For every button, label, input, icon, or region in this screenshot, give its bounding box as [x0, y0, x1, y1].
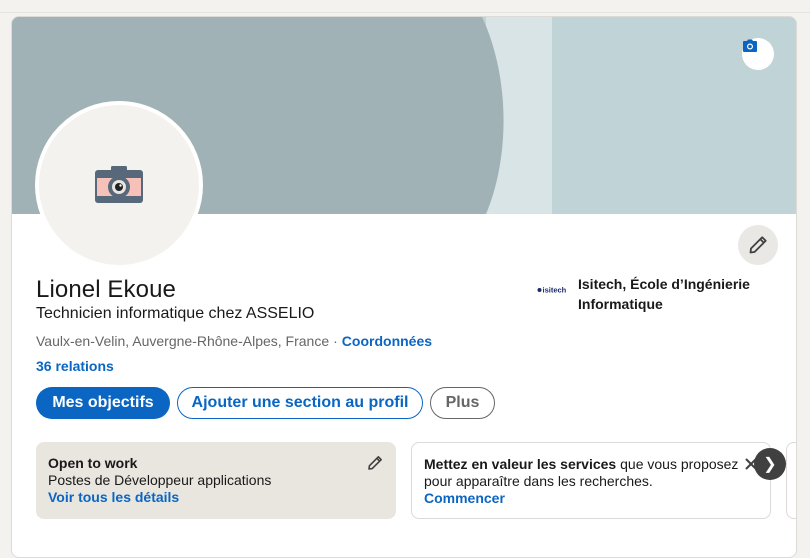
add-profile-section-button[interactable]: Ajouter une section au profil — [177, 387, 423, 419]
school-logo-text: isitech — [543, 286, 567, 295]
education-entry[interactable]: isitech Isitech, École d’Ingénierie Info… — [537, 274, 768, 314]
objectives-button[interactable]: Mes objectifs — [36, 387, 170, 419]
open-to-work-subtitle: Postes de Développeur applications — [48, 472, 272, 488]
profile-card: Lionel Ekoue Technicien informatique che… — [11, 16, 797, 558]
services-start-link[interactable]: Commencer — [424, 490, 758, 507]
services-card: Mettez en valeur les services que vous p… — [411, 442, 771, 519]
profile-name: Lionel Ekoue — [36, 276, 176, 303]
next-card-peek — [786, 442, 796, 519]
edit-intro-button[interactable] — [738, 225, 778, 265]
carousel-next-button[interactable]: ❯ — [754, 448, 786, 480]
location-separator: · — [333, 333, 338, 349]
school-logo-graphic: isitech — [537, 286, 567, 295]
connections-link[interactable]: 36 relations — [36, 358, 114, 374]
pencil-icon — [749, 236, 767, 254]
camera-icon — [743, 39, 757, 52]
top-strip — [0, 0, 810, 13]
open-to-work-title: Open to work — [48, 455, 138, 471]
pencil-icon — [368, 456, 382, 470]
contact-info-link[interactable]: Coordonnées — [342, 333, 432, 349]
edit-open-to-work-button[interactable] — [367, 455, 383, 475]
camera-placeholder-icon — [95, 166, 143, 203]
profile-photo[interactable] — [35, 101, 203, 269]
edit-banner-button[interactable] — [742, 38, 774, 70]
services-strong-text: Mettez en valeur les services — [424, 456, 617, 472]
open-to-work-details-link[interactable]: Voir tous les détails — [48, 489, 384, 506]
location-text: Vaulx-en-Velin, Auvergne-Rhône-Alpes, Fr… — [36, 333, 330, 349]
profile-headline: Technicien informatique chez ASSELIO — [36, 305, 315, 322]
school-logo: isitech — [537, 274, 569, 306]
school-name: Isitech, École d’Ingénierie Informatique — [578, 276, 750, 312]
open-to-work-card[interactable]: Open to work Postes de Développeur appli… — [36, 442, 396, 519]
profile-location: Vaulx-en-Velin, Auvergne-Rhône-Alpes, Fr… — [36, 333, 432, 349]
services-text: Mettez en valeur les services que vous p… — [424, 456, 758, 490]
chevron-right-icon: ❯ — [763, 456, 777, 473]
more-button[interactable]: Plus — [430, 387, 495, 419]
